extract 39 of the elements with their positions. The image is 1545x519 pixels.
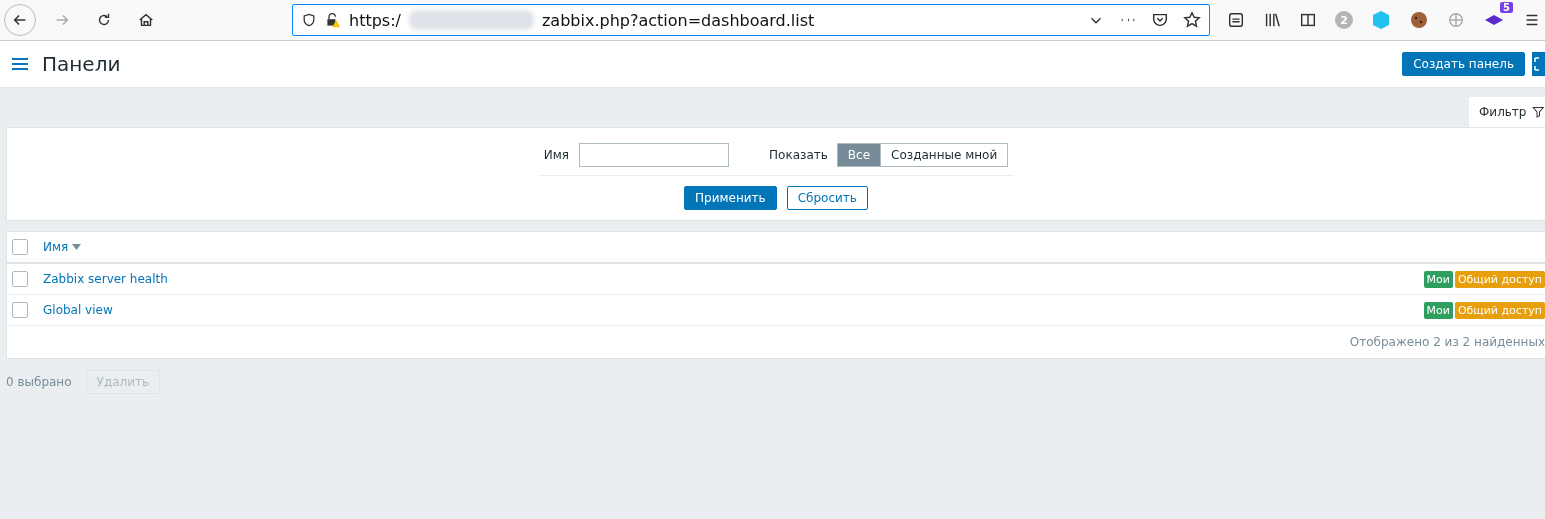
tag: Общий доступ — [1454, 270, 1545, 288]
selected-count: 0 выбрано — [6, 375, 72, 389]
home-icon[interactable] — [137, 11, 155, 29]
name-input[interactable] — [579, 143, 730, 167]
filter-tab[interactable]: Фильтр — [1469, 97, 1545, 127]
row-checkbox[interactable] — [12, 302, 28, 318]
row-checkbox[interactable] — [12, 271, 28, 287]
tag: Мои — [1423, 270, 1453, 288]
tag: Общий доступ — [1454, 301, 1545, 319]
create-dashboard-button[interactable]: Создать панель — [1402, 52, 1525, 76]
url-text: https:/ — [349, 10, 401, 30]
library-icon[interactable] — [1263, 11, 1281, 29]
dashboard-link[interactable]: Zabbix server health — [43, 272, 168, 286]
star-icon[interactable] — [1183, 11, 1201, 29]
filter-label: Фильтр — [1479, 105, 1527, 119]
name-label: Имя — [543, 148, 570, 162]
show-option[interactable]: Созданные мной — [880, 143, 1009, 167]
reader-icon[interactable] — [1227, 11, 1245, 29]
url-text: zabbix.php?action=dashboard.list — [541, 10, 815, 30]
tag: Мои — [1423, 301, 1453, 319]
apply-button[interactable]: Применить — [684, 186, 777, 210]
warning-lock-icon[interactable] — [325, 12, 341, 28]
pocket-icon[interactable] — [1151, 11, 1169, 29]
address-bar[interactable]: https:/ zabbix.php?action=dashboard.list — [292, 4, 1210, 36]
fullscreen-button[interactable] — [1532, 52, 1545, 76]
name-column-header[interactable]: Имя — [43, 240, 69, 254]
cookie-icon[interactable] — [1409, 10, 1429, 30]
show-label: Показать — [769, 148, 828, 162]
shield-icon[interactable] — [301, 12, 317, 28]
page-title: Панели — [42, 52, 121, 76]
show-option[interactable]: Все — [836, 143, 882, 167]
sort-down-icon — [72, 244, 82, 250]
filter-icon[interactable] — [1532, 105, 1545, 119]
dashboard-link[interactable]: Global view — [43, 303, 113, 317]
extension-badge: 5 — [1500, 2, 1513, 13]
results-count: Отображено 2 из 2 найденных — [1349, 335, 1545, 349]
sidebar-icon[interactable] — [1299, 11, 1317, 29]
select-all-checkbox[interactable] — [12, 239, 28, 255]
reset-button[interactable]: Сбросить — [786, 186, 868, 210]
